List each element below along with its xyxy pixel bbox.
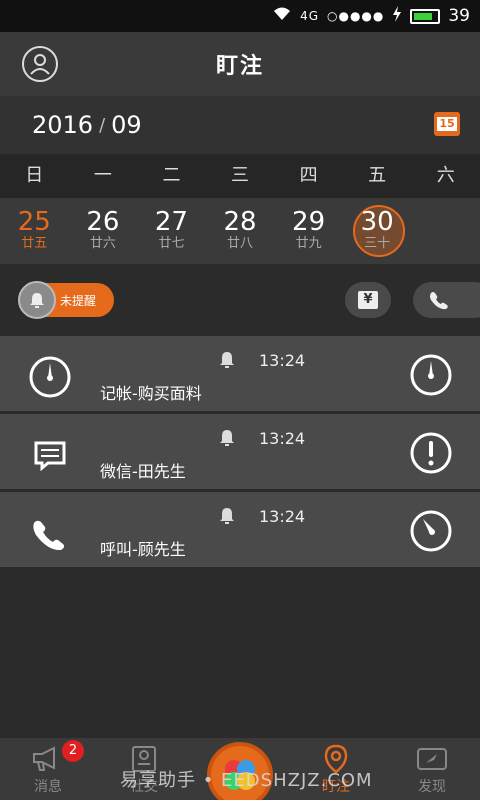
watermark-text: 易享助手 • EEDSHZJZ.COM	[120, 770, 373, 791]
item-label: 微信-田先生	[100, 462, 186, 481]
expense-filter-button[interactable]: ¥	[345, 282, 391, 318]
battery-icon	[410, 8, 441, 24]
signal-icon: ○●●●●	[327, 9, 385, 23]
date-number: 29	[292, 207, 326, 237]
phone-icon	[33, 520, 65, 551]
tab-label: 发现	[418, 779, 446, 795]
charging-icon	[392, 6, 402, 26]
list-item[interactable]: 13:24 呼叫-顾先生	[0, 492, 480, 570]
date-number: 26	[86, 207, 120, 237]
weekday-thu: 四	[299, 165, 318, 186]
list-item[interactable]: 13:24 记帐-购买面料	[0, 336, 480, 414]
unread-badge: 2	[62, 740, 84, 762]
weekday-tue: 二	[162, 165, 181, 186]
timer-icon	[29, 356, 71, 398]
reminder-toggle-label: 未提醒	[60, 293, 97, 308]
bell-icon	[18, 281, 56, 319]
date-cell-empty	[411, 198, 480, 264]
alert-icon[interactable]	[409, 431, 453, 475]
year-label[interactable]: 2016	[32, 111, 93, 139]
lunar-date: 三十	[364, 236, 391, 251]
reminder-toggle[interactable]: 未提醒	[18, 281, 114, 319]
date-number: 27	[154, 207, 188, 237]
lunar-date: 廿九	[295, 236, 322, 251]
date-cell[interactable]: 27 廿七	[137, 198, 206, 264]
item-label: 记帐-购买面料	[100, 384, 202, 403]
reminder-list: 13:24 记帐-购买面料 13:24 微信-田先生 13:24 呼叫-顾先生	[0, 336, 480, 570]
wifi-icon	[272, 6, 292, 26]
date-cell[interactable]: 25 廿五	[0, 198, 69, 264]
date-cell[interactable]: 26 廿六	[69, 198, 138, 264]
bell-icon	[220, 352, 234, 368]
weekday-header: 日 一 二 三 四 五 六	[0, 154, 480, 198]
phone-icon	[430, 292, 448, 310]
date-cell-selected[interactable]: 30 三十	[343, 198, 412, 264]
app-header: 盯注	[0, 32, 480, 96]
call-filter-button[interactable]	[413, 282, 480, 318]
lunar-date: 廿八	[227, 236, 254, 251]
page-title: 盯注	[215, 54, 264, 79]
profile-icon[interactable]	[22, 46, 58, 82]
compass-icon	[384, 744, 480, 774]
item-time: 13:24	[259, 429, 306, 448]
lunar-date: 廿五	[21, 236, 48, 251]
item-time: 13:24	[259, 351, 306, 370]
calendar-icon[interactable]: 15	[434, 112, 460, 136]
item-time: 13:24	[259, 507, 306, 526]
tab-label: 消息	[34, 779, 62, 795]
date-number: 28	[223, 207, 257, 237]
item-label: 呼叫-顾先生	[100, 540, 186, 559]
weekday-sun: 日	[25, 165, 44, 186]
date-cell[interactable]: 29 廿九	[274, 198, 343, 264]
filter-bar: 未提醒 ¥	[0, 264, 480, 336]
month-bar: 2016 / 09 15	[0, 96, 480, 154]
date-number: 30	[360, 207, 394, 237]
lunar-date: 廿六	[89, 236, 116, 251]
message-icon	[34, 441, 66, 472]
list-item[interactable]: 13:24 微信-田先生	[0, 414, 480, 492]
battery-level: 39	[448, 6, 470, 26]
calendar-icon-day: 15	[437, 117, 457, 131]
weekday-mon: 一	[93, 165, 112, 186]
timer-action-icon[interactable]	[409, 353, 453, 397]
weekday-sat: 六	[436, 165, 455, 186]
date-separator: /	[99, 114, 106, 136]
network-type: 4G	[300, 9, 319, 23]
status-bar: 4G ○●●●● 39	[0, 0, 480, 32]
date-number: 25	[17, 207, 51, 237]
bell-icon	[220, 430, 234, 446]
tab-discover[interactable]: 发现	[384, 738, 480, 800]
month-label[interactable]: 09	[111, 111, 142, 139]
yuan-icon: ¥	[358, 291, 378, 309]
lunar-date: 廿七	[158, 236, 185, 251]
date-strip: 25 廿五 26 廿六 27 廿七 28 廿八 29 廿九 30 三十	[0, 198, 480, 264]
bell-icon	[220, 508, 234, 524]
weekday-wed: 三	[231, 165, 250, 186]
weekday-fri: 五	[368, 165, 387, 186]
tab-messages[interactable]: 2 消息	[0, 738, 96, 800]
date-cell[interactable]: 28 廿八	[206, 198, 275, 264]
countdown-icon[interactable]	[409, 509, 453, 553]
